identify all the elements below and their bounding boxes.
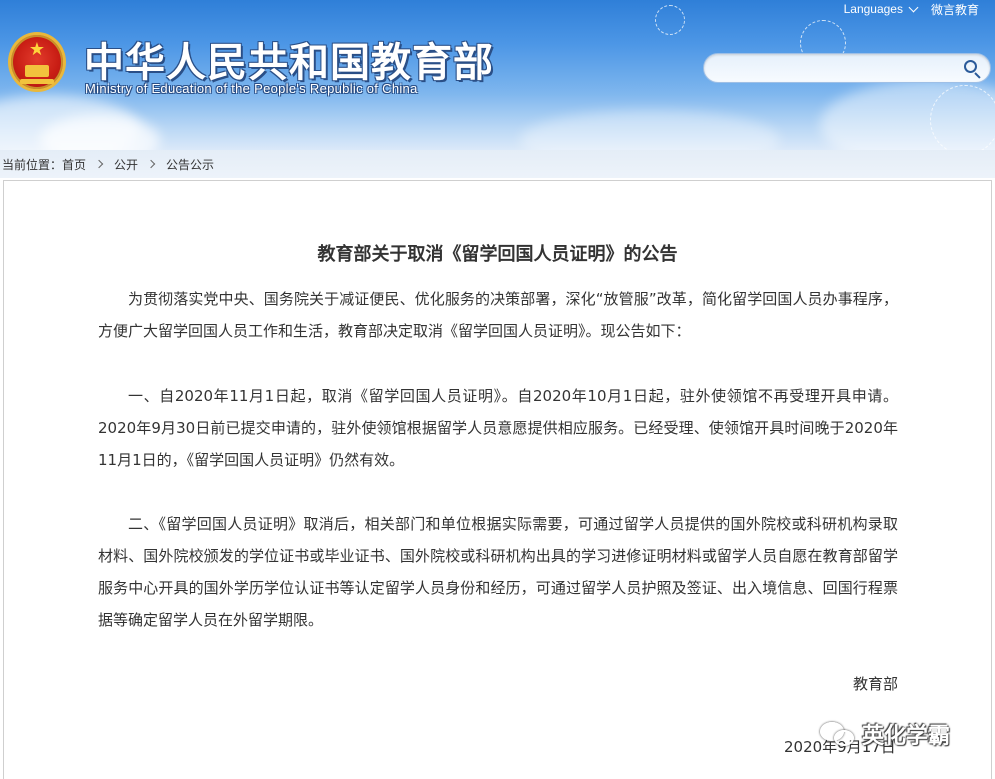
search-box (703, 53, 991, 83)
top-links: Languages 微言教育 (844, 0, 979, 18)
wechat-icon (820, 720, 856, 748)
breadcrumb-home[interactable]: 首页 (62, 156, 86, 173)
site-title[interactable]: 中华人民共和国教育部 (84, 30, 494, 88)
breadcrumb-label: 当前位置： (2, 157, 63, 172)
dandelion-decoration (655, 5, 685, 35)
content-panel (3, 180, 992, 779)
site-header: ★ 中华人民共和国教育部 Ministry of Education of th… (0, 0, 995, 150)
watermark: 英化学霸 (820, 718, 950, 750)
languages-label: Languages (843, 2, 903, 16)
chevron-right-icon (146, 159, 156, 169)
weiyan-link[interactable]: 微言教育 (931, 1, 979, 18)
article-paragraph: 二、《留学回国人员证明》取消后，相关部门和单位根据实际需要，可通过留学人员提供的… (98, 515, 898, 629)
national-emblem-icon[interactable]: ★ (8, 32, 66, 92)
article-title: 教育部关于取消《留学回国人员证明》的公告 (317, 244, 678, 265)
cloud-decoration (520, 110, 780, 150)
languages-dropdown[interactable]: Languages (843, 2, 919, 16)
watermark-text: 英化学霸 (862, 724, 951, 749)
article-signature: 教育部 (852, 675, 898, 693)
breadcrumb: 当前位置： 首页 公开 公告公示 (0, 150, 995, 178)
search-icon[interactable] (962, 59, 982, 79)
breadcrumb-public[interactable]: 公开 (114, 156, 138, 173)
chevron-down-icon (908, 2, 919, 12)
article-paragraph: 一、自2020年11月1日起，取消《留学回国人员证明》。自2020年10月1日起… (98, 387, 898, 469)
article-paragraph: 为贯彻落实党中央、国务院关于减证便民、优化服务的决策部署，深化“放管服”改革，简… (98, 290, 898, 340)
dandelion-decoration (930, 85, 995, 150)
site-subtitle: Ministry of Education of the People's Re… (85, 81, 418, 96)
breadcrumb-announcements[interactable]: 公告公示 (166, 156, 214, 173)
chevron-right-icon (94, 159, 104, 169)
search-input[interactable] (716, 58, 956, 78)
